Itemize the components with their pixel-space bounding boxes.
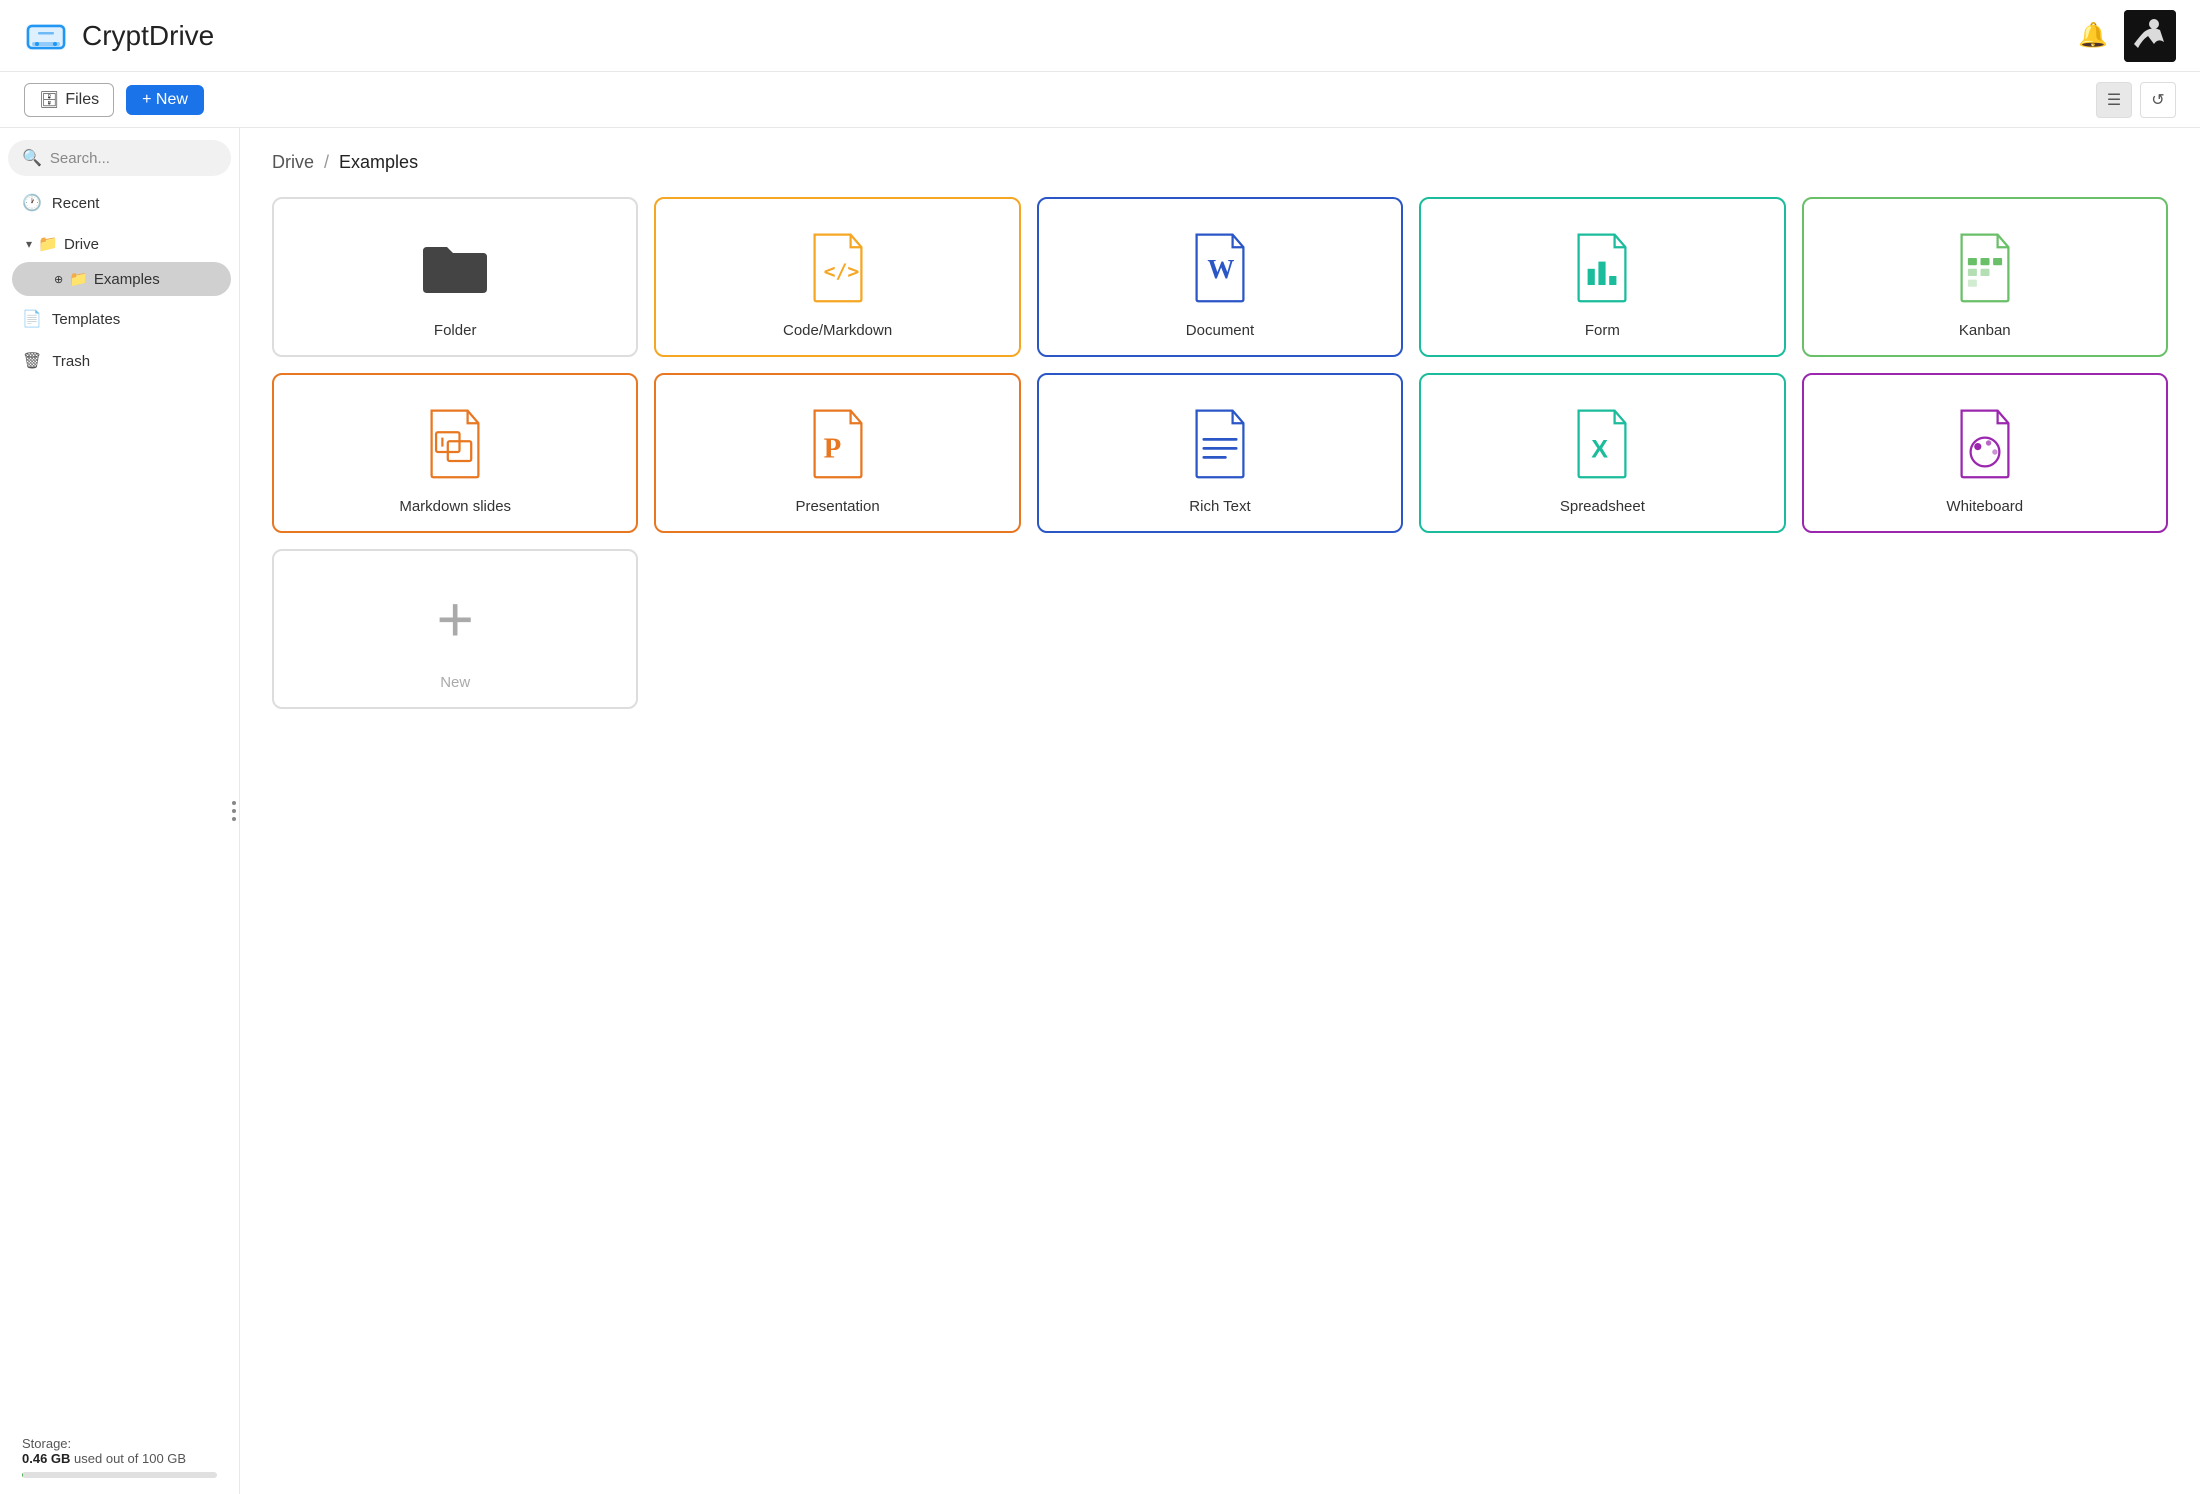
storage-label: Storage: 0.46 GB used out of 100 GB: [22, 1436, 217, 1466]
expand-icon: ⊕: [54, 273, 63, 286]
search-icon: 🔍: [22, 148, 42, 168]
files-button[interactable]: 🗄 Files: [24, 83, 114, 117]
breadcrumb-separator: /: [324, 152, 329, 173]
file-card-form[interactable]: Form: [1419, 197, 1785, 357]
whiteboard-label: Whiteboard: [1946, 498, 2023, 515]
files-label: Files: [65, 91, 99, 109]
kanban-label: Kanban: [1959, 322, 2011, 339]
search-placeholder: Search...: [50, 150, 110, 167]
sidebar-item-templates[interactable]: 📄 Templates: [8, 300, 231, 338]
breadcrumb: Drive / Examples: [272, 152, 2168, 173]
clock-icon: 🕐: [22, 193, 42, 213]
storage-bar-fill: [22, 1472, 23, 1478]
collapse-icon: ▾: [26, 237, 32, 251]
form-label: Form: [1585, 322, 1620, 339]
storage-used: 0.46 GB: [22, 1451, 70, 1466]
history-icon: ↺: [2151, 90, 2164, 110]
code-label: Code/Markdown: [783, 322, 892, 339]
storage-total: 100 GB: [142, 1451, 186, 1466]
slides-icon-area: [419, 399, 491, 486]
sidebar-item-recent[interactable]: 🕐 Recent: [8, 184, 231, 222]
document-icon-area: W: [1184, 223, 1256, 310]
sidebar-dots[interactable]: [232, 801, 236, 821]
drive-folder-icon: 📁: [38, 234, 58, 254]
sidebar-item-examples[interactable]: ⊕ 📁 Examples: [12, 262, 231, 296]
folder-icon-area: [419, 223, 491, 310]
new-button[interactable]: + New: [126, 85, 204, 115]
plus-icon: +: [437, 587, 474, 651]
header: CryptDrive 🔔: [0, 0, 2200, 72]
bell-icon[interactable]: 🔔: [2078, 21, 2108, 50]
whiteboard-icon-area: [1949, 399, 2021, 486]
sidebar: 🔍 Search... 🕐 Recent ▾ 📁 Drive ⊕ 📁 Examp…: [0, 128, 240, 1494]
main-layout: 🔍 Search... 🕐 Recent ▾ 📁 Drive ⊕ 📁 Examp…: [0, 128, 2200, 1494]
file-card-presentation[interactable]: P Presentation: [654, 373, 1020, 533]
sidebar-item-drive[interactable]: ▾ 📁 Drive: [12, 226, 231, 262]
examples-label: Examples: [94, 271, 160, 288]
templates-label: Templates: [52, 311, 120, 328]
file-card-code[interactable]: </> Code/Markdown: [654, 197, 1020, 357]
document-label: Document: [1186, 322, 1254, 339]
templates-icon: 📄: [22, 309, 42, 329]
drive-tree: ▾ 📁 Drive ⊕ 📁 Examples: [12, 226, 231, 296]
svg-text:P: P: [823, 432, 841, 464]
file-card-new[interactable]: + New: [272, 549, 638, 709]
spreadsheet-icon-area: X: [1566, 399, 1638, 486]
storage-bar: [22, 1472, 217, 1478]
file-card-document[interactable]: W Document: [1037, 197, 1403, 357]
content-area: Drive / Examples Folder: [240, 128, 2200, 1494]
new-label: New: [440, 674, 470, 691]
app-title: CryptDrive: [82, 20, 214, 52]
trash-label: Trash: [52, 353, 90, 370]
slides-label: Markdown slides: [399, 498, 511, 515]
history-button[interactable]: ↺: [2140, 82, 2176, 118]
search-box[interactable]: 🔍 Search...: [8, 140, 231, 176]
kanban-icon-area: [1949, 223, 2021, 310]
drive-logo-icon: [24, 14, 68, 58]
form-icon-area: [1566, 223, 1638, 310]
folder-icon-examples: 📁: [69, 270, 88, 288]
storage-section: Storage: 0.46 GB used out of 100 GB: [8, 1424, 231, 1482]
list-view-button[interactable]: ☰: [2096, 82, 2132, 118]
file-card-slides[interactable]: Markdown slides: [272, 373, 638, 533]
drive-label: Drive: [64, 236, 99, 253]
trash-icon: 🗑: [22, 351, 42, 371]
presentation-label: Presentation: [795, 498, 879, 515]
storage-text: used out of: [74, 1451, 142, 1466]
file-card-kanban[interactable]: Kanban: [1802, 197, 2168, 357]
svg-text:</>: </>: [823, 259, 859, 282]
code-icon-area: </>: [802, 223, 874, 310]
svg-text:W: W: [1207, 253, 1234, 283]
breadcrumb-current: Examples: [339, 152, 418, 173]
folder-label: Folder: [434, 322, 477, 339]
richtext-icon-area: [1184, 399, 1256, 486]
spreadsheet-label: Spreadsheet: [1560, 498, 1645, 515]
new-icon-area: +: [437, 575, 474, 662]
list-icon: ☰: [2107, 90, 2121, 110]
sidebar-item-trash[interactable]: 🗑 Trash: [8, 342, 231, 380]
header-right: 🔔: [2078, 10, 2176, 62]
file-card-whiteboard[interactable]: Whiteboard: [1802, 373, 2168, 533]
file-card-spreadsheet[interactable]: X Spreadsheet: [1419, 373, 1785, 533]
richtext-label: Rich Text: [1189, 498, 1250, 515]
new-label: + New: [142, 91, 188, 109]
recent-label: Recent: [52, 195, 100, 212]
toolbar-right: ☰ ↺: [2096, 82, 2176, 118]
files-icon: 🗄: [39, 90, 59, 110]
breadcrumb-drive[interactable]: Drive: [272, 152, 314, 173]
toolbar: 🗄 Files + New ☰ ↺: [0, 72, 2200, 128]
file-card-richtext[interactable]: Rich Text: [1037, 373, 1403, 533]
logo-area: CryptDrive: [24, 14, 2078, 58]
file-grid: Folder </> Code/Markdown: [272, 197, 2168, 709]
svg-text:X: X: [1592, 435, 1609, 463]
file-card-folder[interactable]: Folder: [272, 197, 638, 357]
avatar[interactable]: [2124, 10, 2176, 62]
presentation-icon-area: P: [802, 399, 874, 486]
